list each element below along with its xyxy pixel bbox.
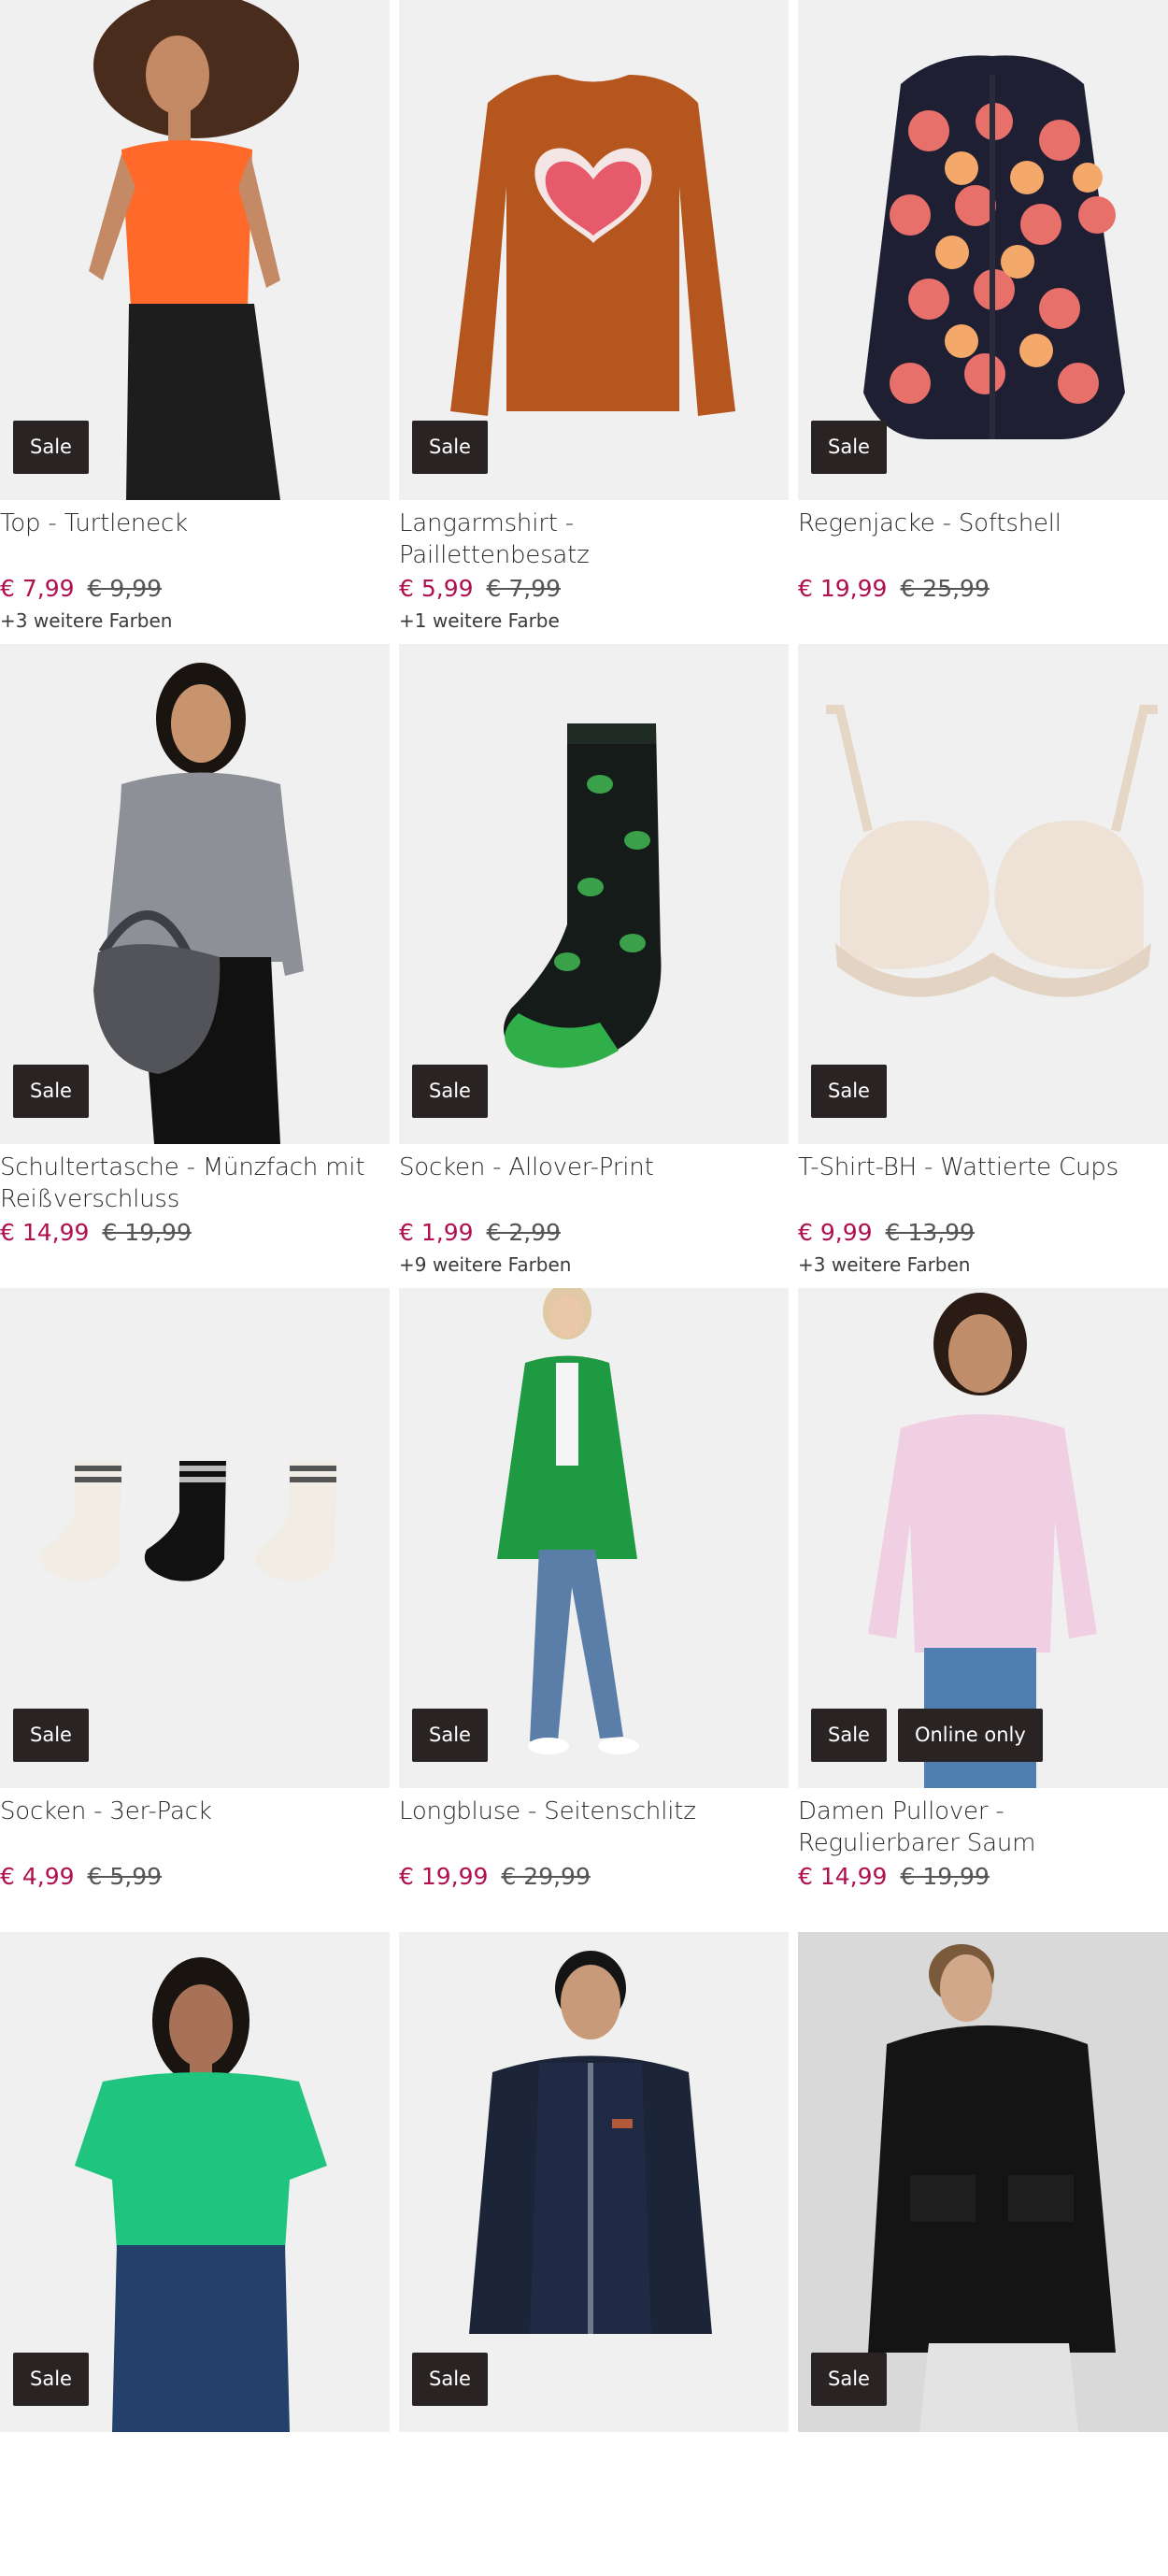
old-price: € 19,99 — [102, 1219, 192, 1246]
price-row: € 4,99 € 5,99 — [0, 1862, 162, 1892]
product-card[interactable]: Sale Top - Turtleneck € 7,99 € 9,99 +3 we… — [0, 0, 390, 644]
product-image[interactable]: Sale — [399, 1932, 789, 2432]
product-title[interactable]: Socken - 3er-Pack — [0, 1796, 370, 1827]
sale-badge: Sale — [811, 1709, 887, 1762]
sale-price: € 19,99 — [399, 1863, 489, 1890]
sale-price: € 9,99 — [798, 1219, 873, 1246]
sale-price: € 14,99 — [0, 1219, 90, 1246]
more-colors-link[interactable]: +1 weitere Farbe — [399, 609, 560, 632]
product-card[interactable]: Sale — [0, 1932, 390, 2576]
price-row: € 19,99 € 25,99 — [798, 574, 990, 604]
product-image[interactable]: Sale — [399, 1288, 789, 1788]
product-title[interactable]: Schultertasche - Münzfach mit Reißversch… — [0, 1152, 370, 1215]
old-price: € 25,99 — [900, 575, 990, 602]
old-price: € 2,99 — [486, 1219, 562, 1246]
product-card[interactable]: Sale Regenjacke - Softshell € 19,99 € 25,… — [798, 0, 1168, 644]
badge-group: Sale — [412, 1065, 488, 1118]
online-only-badge: Online only — [897, 1709, 1043, 1762]
product-image[interactable]: Sale — [798, 644, 1168, 1144]
price-row: € 14,99 € 19,99 — [798, 1862, 990, 1892]
product-title[interactable]: Damen Pullover - Regulierbarer Saum — [798, 1796, 1167, 1859]
badge-group: Sale — [13, 421, 89, 474]
product-title[interactable]: Regenjacke - Softshell — [798, 508, 1167, 539]
product-image[interactable]: Sale — [0, 644, 390, 1144]
badge-group: Sale — [412, 2353, 488, 2406]
product-card[interactable]: Sale — [399, 1932, 789, 2576]
product-card[interactable]: Sale Langarmshirt - Paillettenbesatz € 5… — [399, 0, 789, 644]
old-price: € 13,99 — [885, 1219, 975, 1246]
product-card[interactable]: Sale — [798, 1932, 1168, 2576]
badge-group: Sale Online only — [811, 1709, 1043, 1762]
product-card[interactable]: Sale T-Shirt-BH - Wattierte Cups € 9,99 €… — [798, 644, 1168, 1288]
price-row: € 9,99 € 13,99 — [798, 1218, 975, 1248]
old-price: € 7,99 — [486, 575, 562, 602]
more-colors-link[interactable]: +9 weitere Farben — [399, 1253, 571, 1276]
sale-badge: Sale — [811, 2353, 887, 2406]
sale-badge: Sale — [13, 2353, 89, 2406]
product-title[interactable]: Socken - Allover-Print — [399, 1152, 769, 1183]
sale-price: € 5,99 — [399, 575, 474, 602]
product-title[interactable]: Longbluse - Seitenschlitz — [399, 1796, 769, 1827]
product-image[interactable]: Sale Online only — [798, 1288, 1168, 1788]
product-card[interactable]: Sale Socken - Allover-Print € 1,99 € 2,99… — [399, 644, 789, 1288]
sale-price: € 14,99 — [798, 1863, 888, 1890]
price-row: € 19,99 € 29,99 — [399, 1862, 591, 1892]
sale-badge: Sale — [412, 421, 488, 474]
sale-price: € 19,99 — [798, 575, 888, 602]
sale-badge: Sale — [412, 1065, 488, 1118]
product-image[interactable]: Sale — [0, 1932, 390, 2432]
product-card[interactable]: Sale Schultertasche - Münzfach mit Reißv… — [0, 644, 390, 1288]
more-colors-link[interactable]: +3 weitere Farben — [0, 609, 172, 632]
badge-group: Sale — [412, 421, 488, 474]
price-row: € 5,99 € 7,99 — [399, 574, 561, 604]
badge-group: Sale — [811, 2353, 887, 2406]
sale-price: € 4,99 — [0, 1863, 75, 1890]
sale-price: € 7,99 — [0, 575, 75, 602]
product-grid: Sale Top - Turtleneck € 7,99 € 9,99 +3 we… — [0, 0, 1168, 2576]
old-price: € 19,99 — [900, 1863, 990, 1890]
sale-badge: Sale — [811, 1065, 887, 1118]
badge-group: Sale — [412, 1709, 488, 1762]
badge-group: Sale — [13, 2353, 89, 2406]
product-title[interactable]: T-Shirt-BH - Wattierte Cups — [798, 1152, 1167, 1183]
product-title[interactable]: Langarmshirt - Paillettenbesatz — [399, 508, 769, 571]
sale-badge: Sale — [13, 1065, 89, 1118]
old-price: € 9,99 — [87, 575, 163, 602]
badge-group: Sale — [811, 1065, 887, 1118]
sale-badge: Sale — [412, 1709, 488, 1762]
price-row: € 7,99 € 9,99 — [0, 574, 162, 604]
product-image[interactable]: Sale — [0, 1288, 390, 1788]
product-image[interactable]: Sale — [798, 0, 1168, 500]
badge-group: Sale — [13, 1065, 89, 1118]
old-price: € 29,99 — [501, 1863, 591, 1890]
product-card[interactable]: Sale Socken - 3er-Pack € 4,99 € 5,99 — [0, 1288, 390, 1932]
price-row: € 14,99 € 19,99 — [0, 1218, 192, 1248]
product-card[interactable]: Sale Online only Damen Pullover - Reguli… — [798, 1288, 1168, 1932]
badge-group: Sale — [13, 1709, 89, 1762]
product-image[interactable]: Sale — [0, 0, 390, 500]
sale-badge: Sale — [13, 421, 89, 474]
product-image[interactable]: Sale — [798, 1932, 1168, 2432]
sale-price: € 1,99 — [399, 1219, 474, 1246]
old-price: € 5,99 — [87, 1863, 163, 1890]
sale-badge: Sale — [13, 1709, 89, 1762]
sale-badge: Sale — [811, 421, 887, 474]
more-colors-link[interactable]: +3 weitere Farben — [798, 1253, 970, 1276]
product-title[interactable]: Top - Turtleneck — [0, 508, 370, 539]
product-image[interactable]: Sale — [399, 0, 789, 500]
sale-badge: Sale — [412, 2353, 488, 2406]
price-row: € 1,99 € 2,99 — [399, 1218, 561, 1248]
product-image[interactable]: Sale — [399, 644, 789, 1144]
product-card[interactable]: Sale Longbluse - Seitenschlitz € 19,99 € … — [399, 1288, 789, 1932]
badge-group: Sale — [811, 421, 887, 474]
